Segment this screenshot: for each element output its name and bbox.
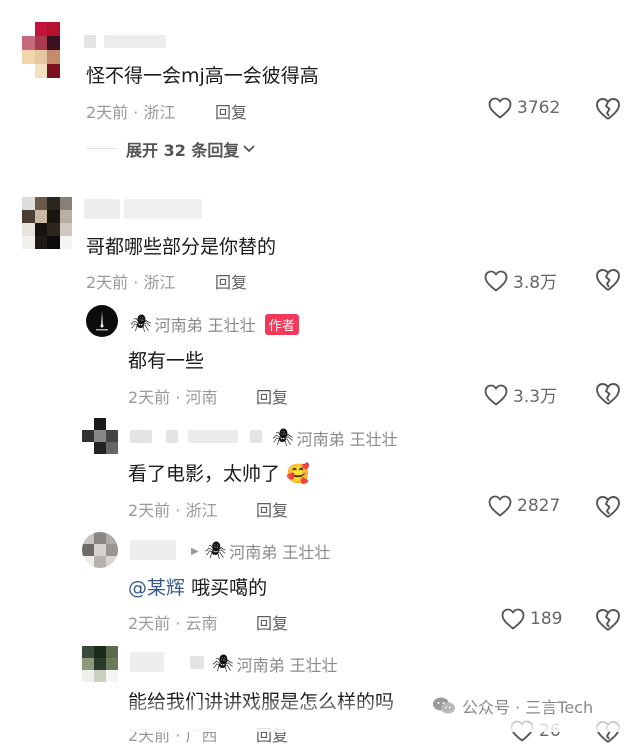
expand-divider (86, 148, 116, 149)
like-button[interactable]: 3.8万 (484, 268, 557, 293)
avatar[interactable] (86, 305, 118, 337)
reply-text: @某辉 哦买噶的 (128, 573, 267, 600)
heart-icon (488, 97, 512, 119)
like-count: 3.8万 (513, 273, 558, 293)
reply-to-author[interactable]: 🕷 河南弟 王壮壮 (272, 426, 398, 450)
like-button[interactable]: 3762 (488, 97, 560, 119)
reply-button[interactable]: 回复 (215, 269, 247, 293)
reply-meta: 2天前 · 云南 (128, 614, 218, 633)
emoji-icon: 🥰 (286, 463, 310, 485)
reply-author[interactable]: 🕷 河南弟 王壮壮 作者 (130, 312, 299, 336)
comment-meta: 2天前 · 浙江 (86, 273, 176, 292)
username-blurred (130, 430, 152, 443)
mention-link[interactable]: @某辉 (128, 577, 185, 599)
like-count: 2827 (517, 496, 561, 516)
watermark: 公众号 · 三言Tech (432, 694, 593, 718)
reply-button[interactable]: 回复 (215, 99, 247, 123)
reply-to-author[interactable]: 🕷 河南弟 王壮壮 (212, 652, 338, 676)
avatar[interactable] (22, 197, 72, 249)
comment-meta: 2天前 · 浙江 (86, 103, 176, 122)
comment-text: 怪不得一会mj高一会彼得高 (86, 65, 319, 87)
avatar[interactable] (22, 22, 72, 78)
like-count: 189 (530, 609, 563, 629)
username-blurred (84, 199, 120, 219)
username-blurred (190, 656, 204, 669)
author-badge: 作者 (264, 313, 299, 335)
reply-button[interactable]: 回复 (256, 610, 288, 634)
avatar[interactable] (82, 532, 118, 568)
username-blurred (130, 540, 176, 560)
watermark-text: 公众号 · 三言Tech (462, 698, 594, 717)
spider-icon: 🕷 (272, 428, 294, 448)
like-count: 3762 (517, 98, 561, 118)
reply-button[interactable]: 回复 (256, 384, 288, 408)
username-blurred (130, 652, 164, 672)
reply-to-author[interactable]: ▶ 🕷 河南弟 王壮壮 (188, 539, 330, 563)
username-blurred (188, 430, 238, 443)
dislike-icon[interactable] (595, 97, 621, 121)
reply-text-body: 哦买噶的 (191, 577, 268, 599)
avatar[interactable] (82, 418, 118, 454)
username-blurred (84, 35, 96, 48)
like-button[interactable]: 2827 (488, 495, 560, 517)
reply-to-name: 河南弟 王壮壮 (296, 430, 398, 449)
heart-icon (484, 270, 508, 292)
reply-meta: 2天前 · 河南 (128, 388, 218, 407)
reply-to-name: 河南弟 王壮壮 (236, 656, 338, 675)
reply-button[interactable]: 回复 (256, 497, 288, 521)
comment-text: 哥都哪些部分是你替的 (86, 236, 277, 258)
like-button[interactable]: 3.3万 (484, 382, 557, 407)
spider-icon: 🕷 (130, 314, 152, 334)
reply-to-name: 河南弟 王壮壮 (229, 543, 331, 562)
chevron-down-icon (243, 145, 256, 153)
heart-icon (488, 495, 512, 517)
reply-text: 都有一些 (128, 350, 205, 372)
username-blurred (166, 430, 178, 443)
reply-text-body: 看了电影，太帅了 (128, 463, 281, 485)
expand-replies-button[interactable]: 展开 32 条回复 (126, 137, 256, 161)
spider-icon: 🕷 (204, 541, 227, 561)
avatar-tower-image (96, 311, 108, 331)
dislike-icon[interactable] (595, 495, 621, 519)
dislike-icon[interactable] (595, 608, 621, 632)
expand-replies-label: 展开 32 条回复 (126, 141, 240, 160)
username-blurred (250, 430, 262, 443)
reply-meta: 2天前 · 浙江 (128, 501, 218, 520)
dislike-icon[interactable] (595, 382, 621, 406)
heart-icon (484, 384, 508, 406)
like-count: 3.3万 (513, 387, 558, 407)
username-blurred (124, 199, 202, 219)
avatar[interactable] (82, 646, 118, 682)
dislike-icon[interactable] (595, 268, 621, 292)
wechat-icon (433, 697, 455, 714)
reply-text: 看了电影，太帅了 🥰 (128, 459, 310, 486)
username-blurred (104, 35, 166, 48)
like-button[interactable]: 189 (501, 608, 562, 630)
heart-icon (501, 608, 525, 630)
author-name: 河南弟 王壮壮 (154, 316, 256, 335)
reply-arrow-icon: ▶ (191, 545, 199, 557)
spider-icon: 🕷 (212, 654, 234, 674)
